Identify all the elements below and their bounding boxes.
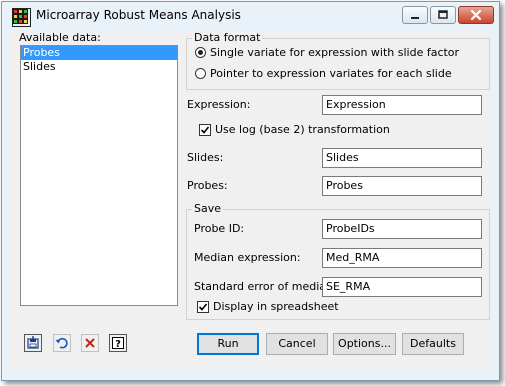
save-group-title: Save	[192, 202, 224, 215]
maximize-button[interactable]	[430, 6, 456, 24]
minimize-icon	[411, 17, 419, 19]
probes-label: Probes:	[187, 179, 228, 192]
undo-icon	[55, 337, 68, 349]
save-pin-icon	[27, 336, 39, 349]
help-icon: ?	[112, 337, 124, 350]
window-title: Microarray Robust Means Analysis	[36, 8, 241, 22]
radio-single-variate-label[interactable]: Single variate for expression with slide…	[210, 46, 459, 59]
expression-label: Expression:	[187, 98, 251, 111]
list-item-slides[interactable]: Slides	[21, 60, 177, 74]
title-bar[interactable]: Microarray Robust Means Analysis	[2, 2, 499, 31]
svg-text:?: ?	[115, 339, 121, 350]
radio-pointer-variates[interactable]	[195, 68, 206, 79]
available-data-label: Available data:	[19, 31, 101, 44]
close-icon	[470, 9, 482, 21]
std-error-field[interactable]: SE_RMA	[322, 277, 482, 297]
save-pin-button[interactable]	[24, 334, 42, 352]
help-button[interactable]: ?	[109, 334, 127, 352]
median-expression-label: Median expression:	[194, 251, 301, 264]
data-format-title: Data format	[192, 31, 263, 44]
clear-button[interactable]	[81, 334, 99, 352]
options-button[interactable]: Options...	[333, 333, 396, 355]
log-transform-checkbox[interactable]	[199, 124, 211, 136]
expression-field[interactable]: Expression	[322, 95, 482, 115]
probes-field[interactable]: Probes	[322, 176, 482, 196]
slides-field[interactable]: Slides	[322, 148, 482, 168]
close-button[interactable]	[458, 6, 494, 24]
probe-id-field[interactable]: ProbeIDs	[322, 219, 482, 239]
run-button[interactable]: Run	[197, 333, 259, 355]
maximize-icon	[438, 10, 448, 19]
probe-id-label: Probe ID:	[194, 222, 245, 235]
clear-icon	[85, 338, 95, 348]
dialog-body: Available data: Probes Slides Data forma…	[10, 31, 491, 372]
defaults-button[interactable]: Defaults	[402, 333, 464, 355]
microarray-grid-icon	[12, 8, 31, 27]
std-error-label: Standard error of median:	[194, 280, 337, 293]
median-expression-field[interactable]: Med_RMA	[322, 248, 482, 268]
undo-button[interactable]	[53, 334, 71, 352]
slides-label: Slides:	[187, 151, 224, 164]
minimize-button[interactable]	[402, 6, 428, 24]
checkmark-icon	[200, 126, 210, 134]
radio-single-variate[interactable]	[195, 47, 206, 58]
radio-pointer-variates-label[interactable]: Pointer to expression variates for each …	[210, 67, 452, 80]
display-spreadsheet-checkbox[interactable]	[197, 301, 209, 313]
log-transform-label[interactable]: Use log (base 2) transformation	[215, 123, 390, 136]
available-data-list[interactable]: Probes Slides	[20, 45, 178, 306]
list-item-probes[interactable]: Probes	[21, 46, 177, 60]
checkmark-icon	[198, 303, 208, 311]
cancel-button[interactable]: Cancel	[266, 333, 328, 355]
dialog-window: Microarray Robust Means Analysis Availab…	[1, 1, 500, 381]
display-spreadsheet-label[interactable]: Display in spreadsheet	[213, 300, 339, 313]
